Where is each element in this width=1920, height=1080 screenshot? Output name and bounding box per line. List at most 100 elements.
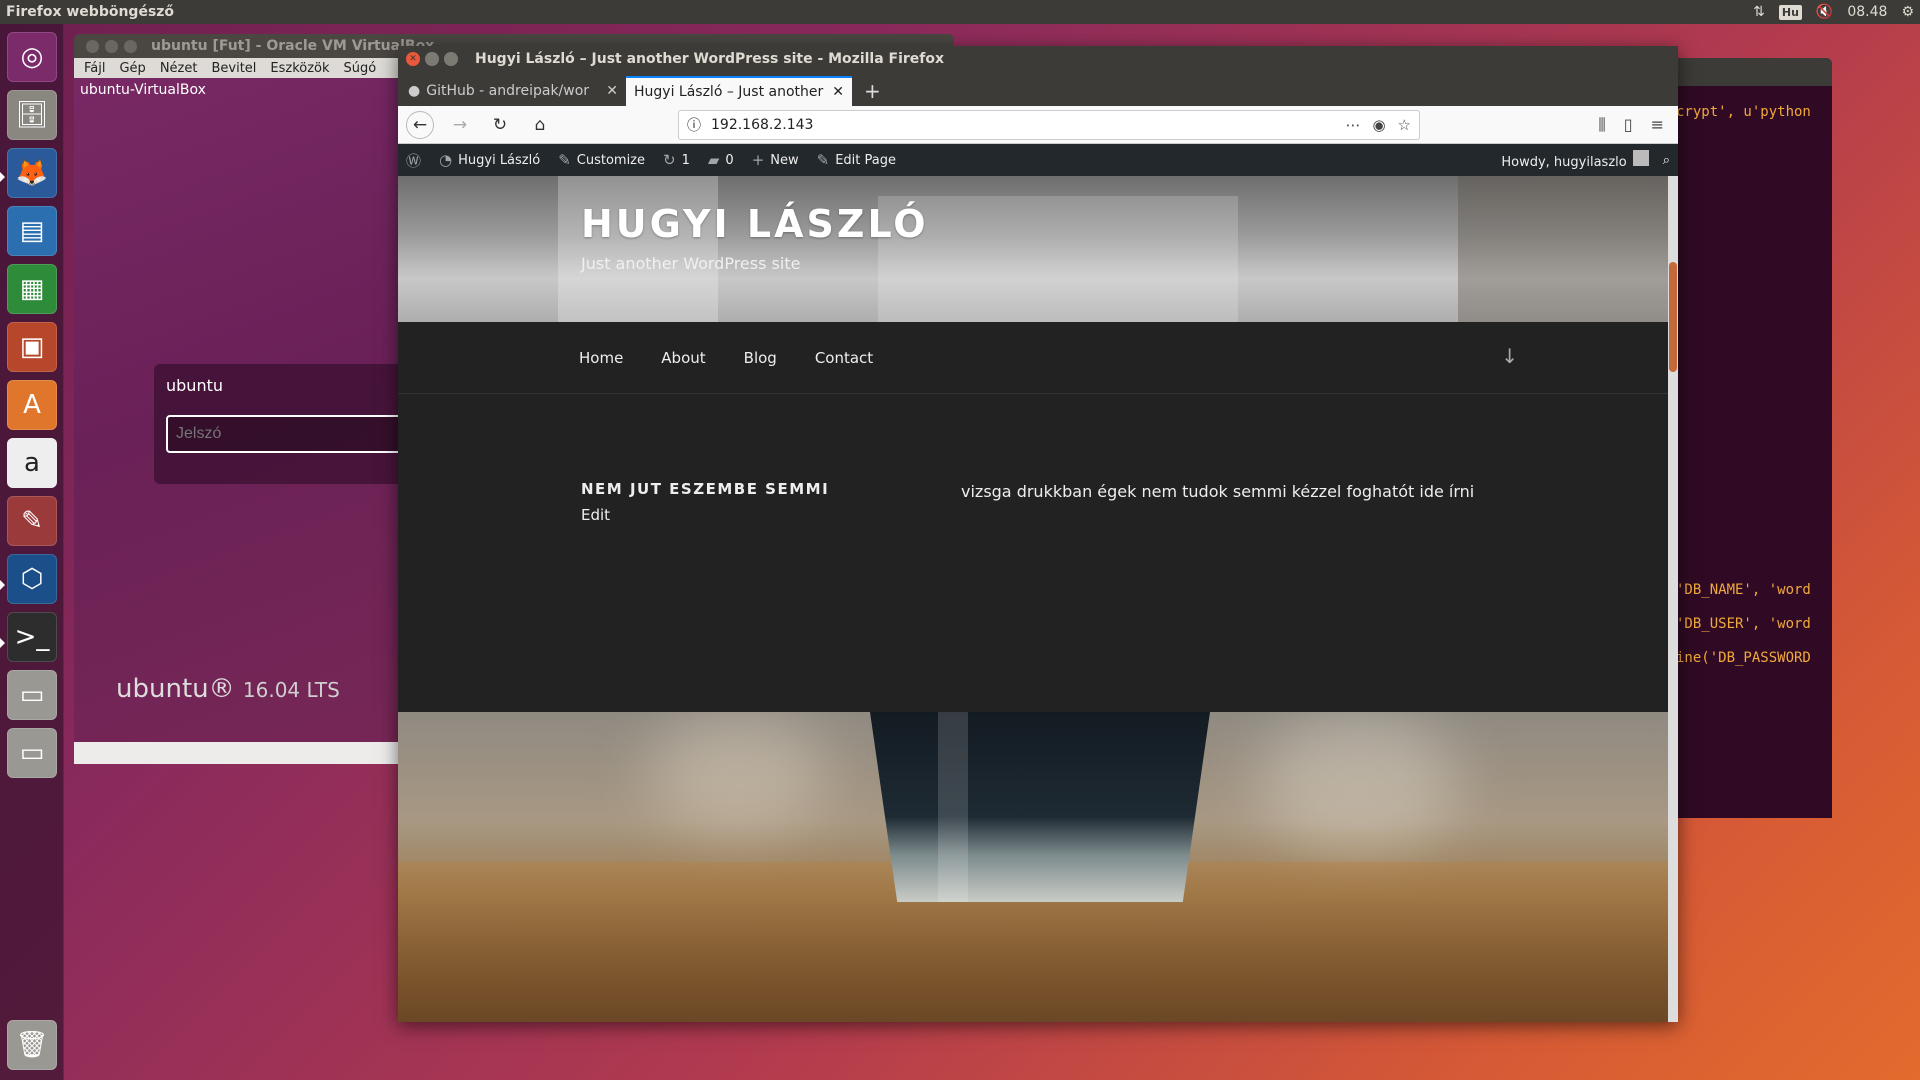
sidebar-icon[interactable]: ▯ bbox=[1624, 115, 1633, 135]
back-button[interactable]: ← bbox=[406, 110, 434, 139]
gear-icon[interactable]: ⚙ bbox=[1901, 4, 1914, 20]
search-icon[interactable]: ⌕ bbox=[1663, 153, 1670, 168]
launcher: ◎ 🗄 🦊 ▤ ▦ ▣ A a ✎ ⬡ >_ ▭ ▭ 🗑 bbox=[0, 24, 64, 1080]
nav-home[interactable]: Home bbox=[579, 349, 623, 367]
post-title: NEM JUT ESZEMBE SEMMI bbox=[581, 480, 830, 498]
header-image bbox=[878, 196, 1238, 322]
url-text[interactable]: 192.168.2.143 bbox=[711, 117, 1335, 133]
howdy-account[interactable]: Howdy, hugyilaszlo bbox=[1501, 150, 1649, 170]
menu-item[interactable]: Eszközök bbox=[270, 61, 329, 76]
top-panel: Firefox webböngésző ⇅ Hu 🔇 08.48 ⚙ bbox=[0, 0, 1920, 24]
page-actions-icon[interactable]: ⋯ bbox=[1345, 116, 1360, 134]
tab-wordpress[interactable]: Hugyi László – Just another ✕ bbox=[626, 76, 852, 106]
clock[interactable]: 08.48 bbox=[1847, 4, 1887, 20]
post-edit-link[interactable]: Edit bbox=[581, 506, 610, 524]
firefox-window[interactable]: ✕ Hugyi László – Just another WordPress … bbox=[398, 46, 1678, 1022]
keyboard-layout[interactable]: Hu bbox=[1778, 4, 1802, 20]
github-icon: ● bbox=[408, 83, 421, 99]
pocket-icon[interactable]: ◉ bbox=[1372, 116, 1385, 134]
firefox-icon[interactable]: 🦊 bbox=[7, 148, 57, 198]
menu-item[interactable]: Gép bbox=[119, 61, 145, 76]
nav-about[interactable]: About bbox=[661, 349, 705, 367]
edit-page-link[interactable]: ✎ Edit Page bbox=[817, 151, 896, 169]
url-bar[interactable]: ⓘ 192.168.2.143 ⋯ ◉ ☆ bbox=[678, 109, 1420, 140]
customize-link[interactable]: ✎ Customize bbox=[558, 151, 645, 169]
terminal-icon[interactable]: >_ bbox=[7, 612, 57, 662]
navigation-bar: ← → ↻ ⌂ ⓘ 192.168.2.143 ⋯ ◉ ☆ ⫼ ▯ ≡ bbox=[398, 106, 1678, 144]
ubuntu-dash-icon[interactable]: ◎ bbox=[7, 32, 57, 82]
pencil-icon: ✎ bbox=[816, 151, 830, 169]
image-highlight bbox=[648, 712, 828, 832]
site-title[interactable]: HUGYI LÁSZLÓ bbox=[581, 202, 929, 246]
menu-item[interactable]: Nézet bbox=[160, 61, 198, 76]
main-navigation: Home About Blog Contact ↓ bbox=[398, 322, 1668, 394]
scrollbar-thumb[interactable] bbox=[1669, 262, 1677, 372]
nav-blog[interactable]: Blog bbox=[744, 349, 777, 367]
close-tab-icon[interactable]: ✕ bbox=[832, 84, 844, 100]
ubuntu-brand: ubuntu® 16.04 LTS bbox=[116, 674, 340, 704]
header-image bbox=[558, 176, 718, 322]
vbox-title: ubuntu [Fut] - Oracle VM VirtualBox bbox=[151, 38, 435, 54]
library-icon[interactable]: ⫼ bbox=[1598, 115, 1605, 135]
tab-label: GitHub - andreipak/wor bbox=[426, 83, 590, 99]
home-button[interactable]: ⌂ bbox=[526, 111, 554, 139]
terminal-window[interactable]: crypt', u'python 'DB_NAME', 'word 'DB_US… bbox=[1668, 58, 1832, 818]
drive-icon[interactable]: ▭ bbox=[7, 670, 57, 720]
menu-item[interactable]: Fájl bbox=[84, 61, 105, 76]
admin-site-link[interactable]: ◔ Hugyi László bbox=[439, 151, 540, 169]
bookmark-star-icon[interactable]: ☆ bbox=[1398, 116, 1411, 134]
menu-item[interactable]: Súgó bbox=[344, 61, 377, 76]
reload-button[interactable]: ↻ bbox=[486, 111, 514, 139]
info-icon[interactable]: ⓘ bbox=[687, 115, 701, 135]
maximize-icon[interactable] bbox=[124, 39, 137, 53]
close-icon[interactable] bbox=[86, 39, 99, 53]
image-shine bbox=[938, 712, 968, 902]
system-settings-icon[interactable]: ✎ bbox=[7, 496, 57, 546]
writer-icon[interactable]: ▤ bbox=[7, 206, 57, 256]
wordpress-logo-icon[interactable]: Ⓦ bbox=[406, 150, 421, 171]
new-content-link[interactable]: + New bbox=[752, 151, 799, 169]
firefox-titlebar[interactable]: ✕ Hugyi László – Just another WordPress … bbox=[398, 46, 1678, 72]
nav-contact[interactable]: Contact bbox=[815, 349, 873, 367]
tab-github[interactable]: ● GitHub - andreipak/wor ✕ bbox=[400, 76, 626, 106]
volume-icon[interactable]: 🔇 bbox=[1816, 4, 1833, 20]
terminal-line: 'DB_USER', 'word bbox=[1676, 616, 1811, 632]
running-indicator bbox=[0, 638, 5, 648]
scroll-down-arrow-icon[interactable]: ↓ bbox=[1501, 344, 1518, 368]
forward-button[interactable]: → bbox=[446, 111, 474, 139]
new-tab-button[interactable]: + bbox=[852, 76, 893, 106]
virtualbox-icon[interactable]: ⬡ bbox=[7, 554, 57, 604]
post-body: vizsga drukkban égek nem tudok semmi kéz… bbox=[961, 482, 1475, 501]
comments-link[interactable]: ▰ 0 bbox=[708, 151, 734, 169]
brand-name: ubuntu® bbox=[116, 674, 235, 704]
dashboard-icon: ◔ bbox=[439, 151, 453, 169]
updates-link[interactable]: ↻ 1 bbox=[663, 151, 690, 169]
indicators: ⇅ Hu 🔇 08.48 ⚙ bbox=[1753, 4, 1914, 20]
minimize-icon[interactable] bbox=[105, 39, 118, 53]
calc-icon[interactable]: ▦ bbox=[7, 264, 57, 314]
hamburger-menu-icon[interactable]: ≡ bbox=[1651, 115, 1664, 135]
amazon-icon[interactable]: a bbox=[7, 438, 57, 488]
trash-icon[interactable]: 🗑 bbox=[7, 1020, 57, 1070]
header-image bbox=[1458, 176, 1678, 322]
terminal-line: 'DB_NAME', 'word bbox=[1676, 582, 1811, 598]
close-tab-icon[interactable]: ✕ bbox=[606, 83, 618, 99]
maximize-icon[interactable] bbox=[444, 52, 458, 66]
close-icon[interactable]: ✕ bbox=[406, 52, 420, 66]
window-title: Hugyi László – Just another WordPress si… bbox=[475, 51, 945, 67]
wp-admin-bar: Ⓦ ◔ Hugyi László ✎ Customize ↻ 1 ▰ 0 + New ✎ E… bbox=[398, 144, 1678, 176]
tab-bar: ● GitHub - andreipak/wor ✕ Hugyi László … bbox=[398, 72, 1678, 106]
image-glass bbox=[870, 712, 1210, 902]
network-icon[interactable]: ⇅ bbox=[1753, 4, 1765, 20]
featured-image bbox=[398, 712, 1668, 1022]
files-icon[interactable]: 🗄 bbox=[7, 90, 57, 140]
menu-item[interactable]: Bevitel bbox=[211, 61, 256, 76]
terminal-titlebar[interactable] bbox=[1668, 58, 1832, 86]
drive-icon[interactable]: ▭ bbox=[7, 728, 57, 778]
brush-icon: ✎ bbox=[558, 151, 571, 169]
running-indicator bbox=[0, 172, 5, 182]
password-field[interactable] bbox=[166, 415, 426, 453]
minimize-icon[interactable] bbox=[425, 52, 439, 66]
software-center-icon[interactable]: A bbox=[7, 380, 57, 430]
impress-icon[interactable]: ▣ bbox=[7, 322, 57, 372]
